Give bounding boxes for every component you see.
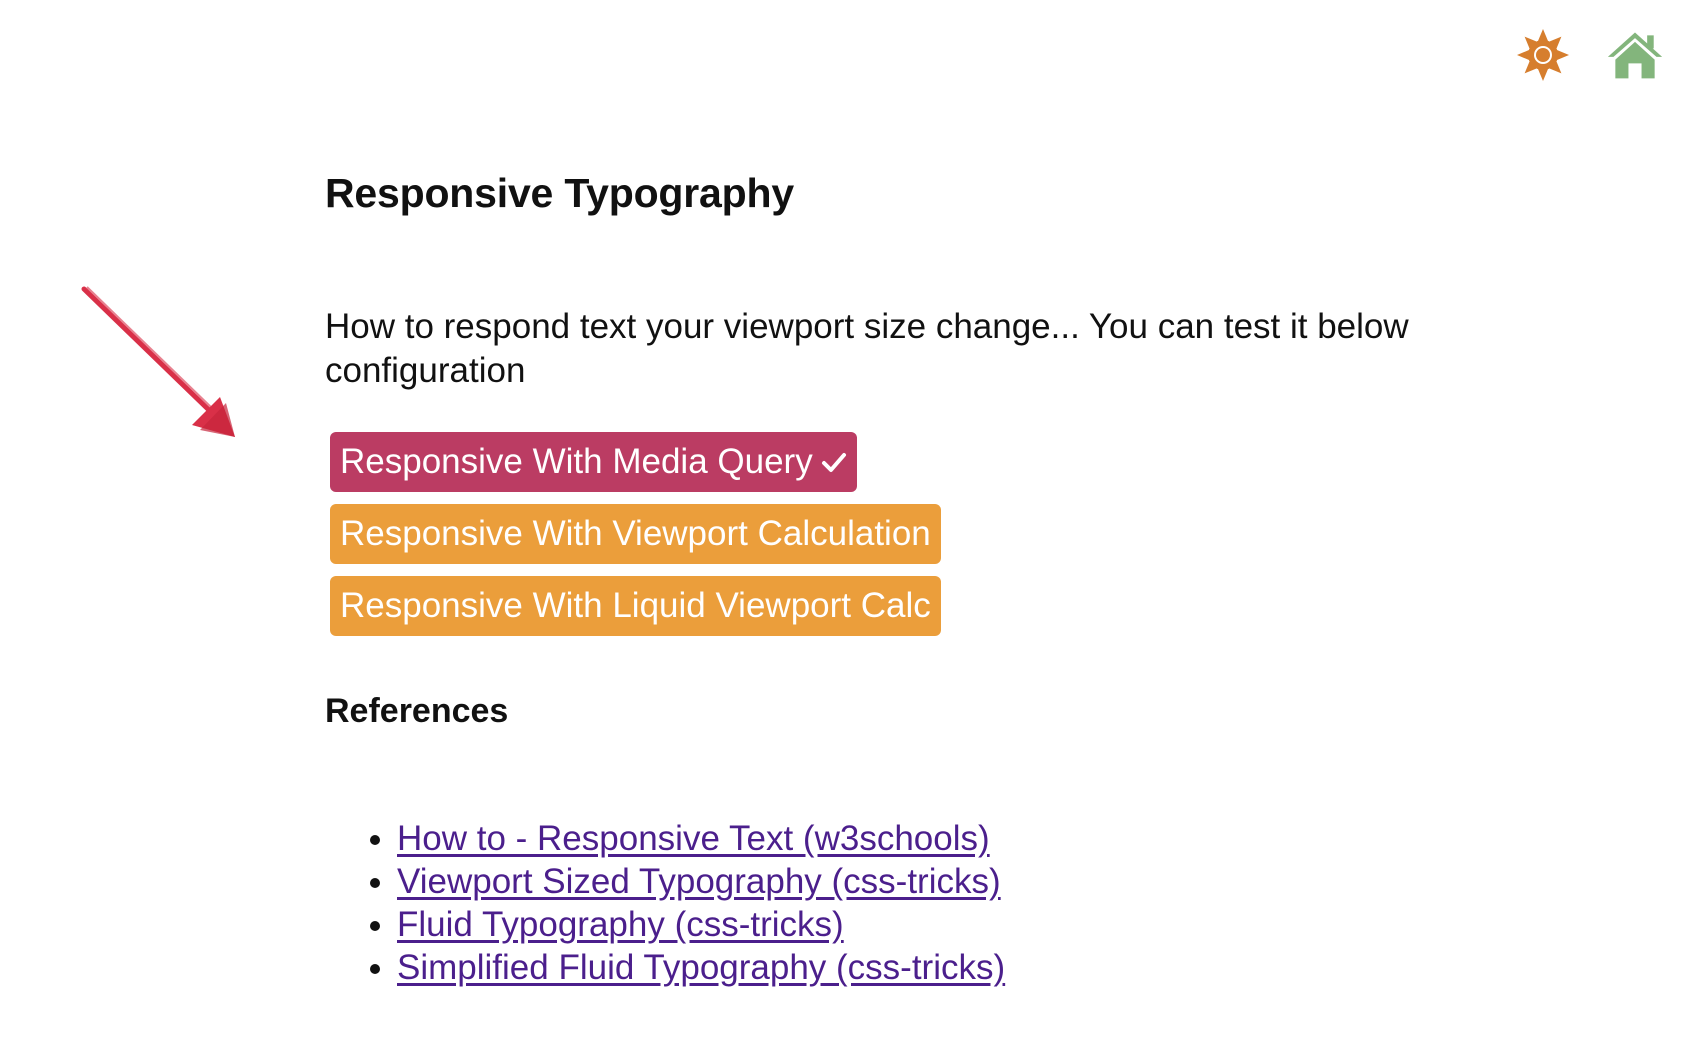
list-item: Fluid Typography (css-tricks) [397, 903, 1525, 946]
top-toolbar [1514, 26, 1664, 84]
list-item: Viewport Sized Typography (css-tricks) [397, 860, 1525, 903]
typography-options: Responsive With Media Query Responsive W… [330, 432, 1525, 636]
red-arrow-annotation [80, 285, 240, 450]
references-list: How to - Responsive Text (w3schools) Vie… [325, 817, 1525, 989]
option-label: Responsive With Viewport Calculation [340, 514, 931, 553]
option-label: Responsive With Media Query [340, 442, 813, 481]
option-liquid-viewport-calc-button[interactable]: Responsive With Liquid Viewport Calc [330, 576, 941, 636]
sun-icon[interactable] [1514, 26, 1572, 84]
page-description: How to respond text your viewport size c… [325, 307, 1409, 390]
references-heading: References [325, 692, 509, 730]
reference-link-simplified-fluid[interactable]: Simplified Fluid Typography (css-tricks) [397, 948, 1005, 987]
main-content: Responsive Typography How to respond tex… [325, 170, 1525, 989]
check-icon [821, 451, 847, 473]
reference-link-viewport-sized[interactable]: Viewport Sized Typography (css-tricks) [397, 862, 1001, 901]
option-media-query-button[interactable]: Responsive With Media Query [330, 432, 857, 492]
option-label: Responsive With Liquid Viewport Calc [340, 586, 931, 625]
reference-link-w3schools[interactable]: How to - Responsive Text (w3schools) [397, 819, 990, 858]
option-viewport-calculation-button[interactable]: Responsive With Viewport Calculation [330, 504, 941, 564]
page-title: Responsive Typography [325, 170, 794, 216]
reference-link-fluid-typography[interactable]: Fluid Typography (css-tricks) [397, 905, 844, 944]
list-item: Simplified Fluid Typography (css-tricks) [397, 946, 1525, 989]
home-icon[interactable] [1606, 26, 1664, 84]
list-item: How to - Responsive Text (w3schools) [397, 817, 1525, 860]
